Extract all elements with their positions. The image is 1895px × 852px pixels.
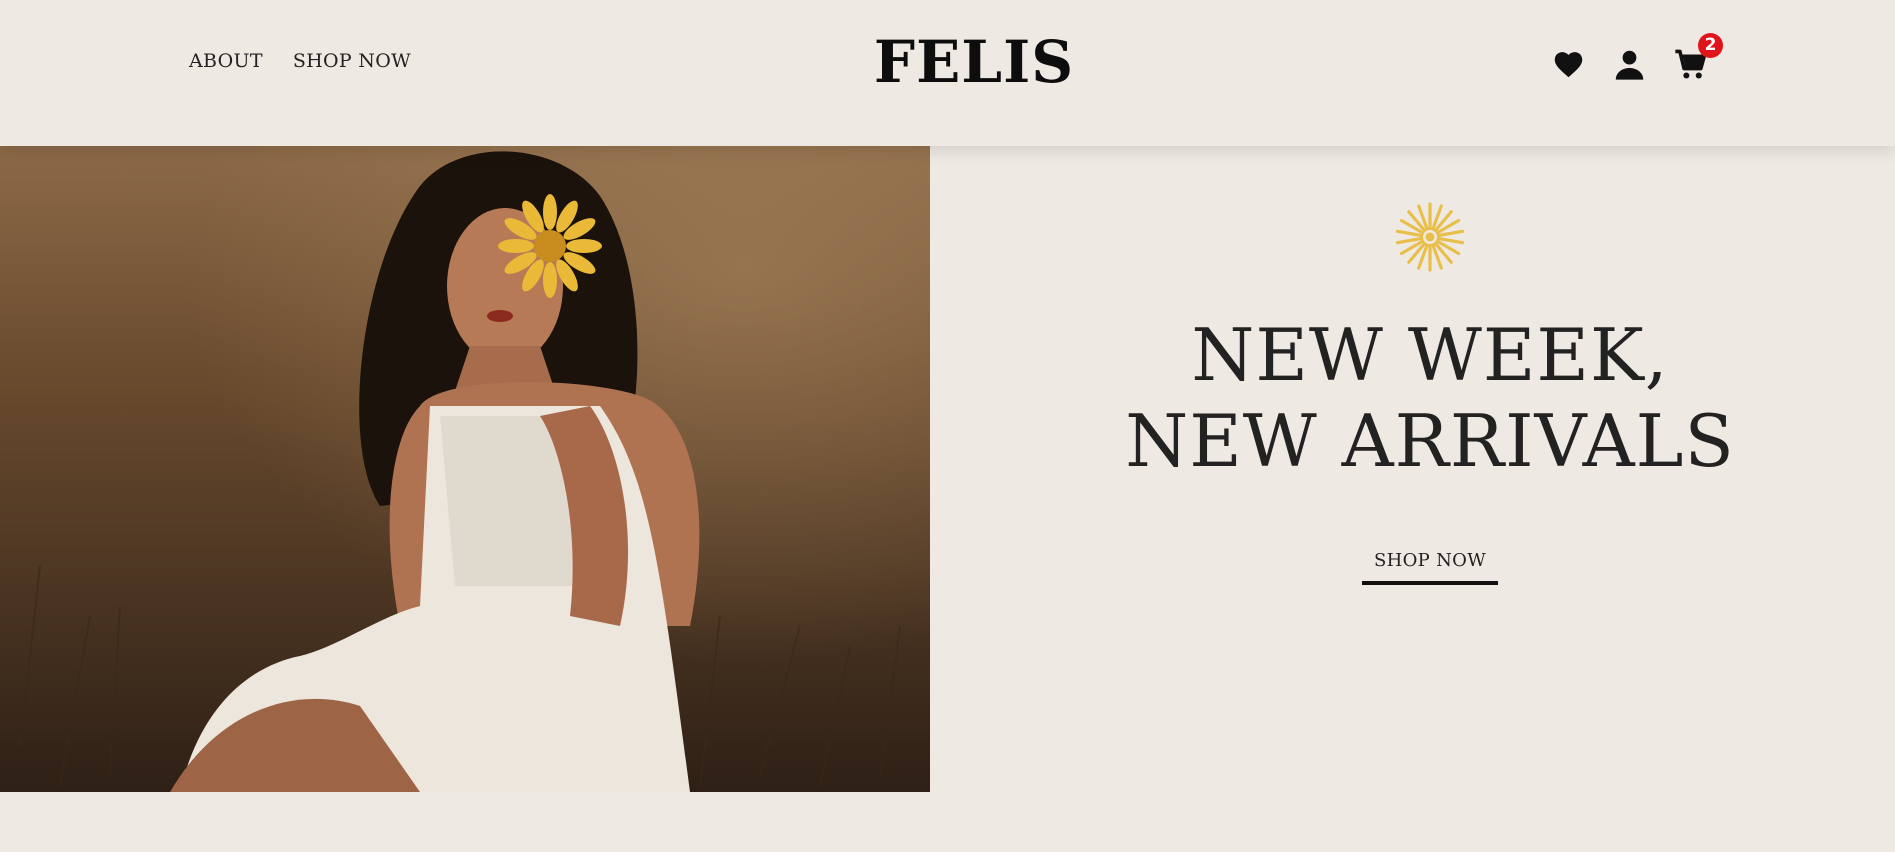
header-icons: 2 bbox=[1552, 33, 1723, 81]
hero-headline: NEW WEEK, NEW ARRIVALS bbox=[1125, 313, 1735, 483]
cart-icon[interactable]: 2 bbox=[1674, 33, 1723, 81]
hero-image bbox=[0, 146, 930, 792]
sun-burst-icon bbox=[1395, 202, 1465, 272]
heart-icon[interactable] bbox=[1552, 48, 1585, 81]
shop-now-button[interactable]: SHOP NOW bbox=[1362, 550, 1498, 585]
hero-content: NEW WEEK, NEW ARRIVALS SHOP NOW bbox=[930, 146, 1895, 792]
user-icon[interactable] bbox=[1613, 48, 1646, 81]
site-header: ABOUT SHOP NOW FELIS 2 bbox=[0, 0, 1895, 146]
page: ABOUT SHOP NOW FELIS 2 NEW WEEK, NEW ARR… bbox=[0, 0, 1895, 852]
cart-count-badge: 2 bbox=[1698, 33, 1723, 58]
